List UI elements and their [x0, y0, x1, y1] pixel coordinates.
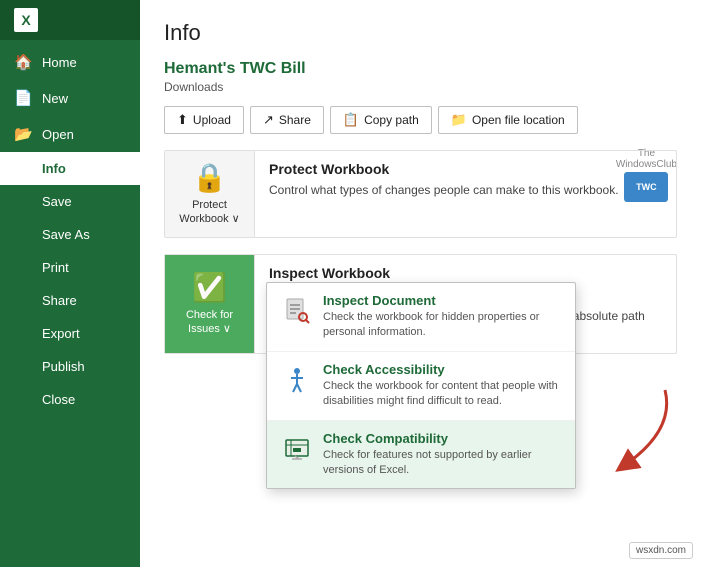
sidebar-item-home-label: Home [42, 55, 77, 70]
new-icon: 📄 [14, 89, 32, 107]
sidebar-item-publish[interactable]: Publish [0, 350, 140, 383]
sidebar-item-print[interactable]: Print [0, 251, 140, 284]
sidebar-item-export[interactable]: Export [0, 317, 140, 350]
upload-icon: ⬆ [177, 112, 188, 128]
action-buttons: ⬆ Upload ↗ Share 📋 Copy path 📁 Open file… [164, 106, 677, 134]
open-icon: 📂 [14, 125, 32, 143]
accessibility-icon [281, 364, 313, 396]
inspect-document-text: Inspect Document Check the workbook for … [323, 293, 561, 341]
inspect-title: Inspect Workbook [269, 265, 662, 281]
protect-icon-label: ProtectWorkbook ∨ [179, 198, 239, 227]
accessibility-text: Check Accessibility Check the workbook f… [323, 362, 561, 410]
sidebar-item-info[interactable]: Info [0, 152, 140, 185]
copy-path-icon: 📋 [343, 112, 359, 128]
sidebar-item-close-label: Close [42, 392, 75, 407]
open-location-icon: 📁 [451, 112, 467, 128]
sidebar-header: X [0, 0, 140, 40]
home-icon: 🏠 [14, 53, 32, 71]
main-content: Info Hemant's TWC Bill Downloads ⬆ Uploa… [140, 0, 701, 567]
sidebar-item-open[interactable]: 📂 Open [0, 116, 140, 152]
sidebar-item-share[interactable]: Share [0, 284, 140, 317]
inspect-document-icon [281, 295, 313, 327]
protect-icon: 🔒 [192, 161, 227, 194]
red-arrow [585, 380, 675, 483]
sidebar-item-save-as[interactable]: Save As [0, 218, 140, 251]
share-button[interactable]: ↗ Share [250, 106, 324, 134]
protect-section: 🔒 ProtectWorkbook ∨ Protect Workbook Con… [164, 150, 677, 238]
compatibility-icon [281, 433, 313, 465]
page-title: Info [164, 20, 677, 46]
copy-path-button[interactable]: 📋 Copy path [330, 106, 432, 134]
sidebar-item-publish-label: Publish [42, 359, 85, 374]
share-btn-icon: ↗ [263, 112, 274, 128]
compatibility-text: Check Compatibility Check for features n… [323, 431, 561, 479]
inspect-icon-label: Check forIssues ∨ [186, 308, 233, 337]
upload-button[interactable]: ⬆ Upload [164, 106, 244, 134]
open-location-button[interactable]: 📁 Open file location [438, 106, 578, 134]
sidebar-item-new-label: New [42, 91, 68, 106]
inspect-icon-box[interactable]: ✅ Check forIssues ∨ [165, 255, 255, 353]
app-icon: X [14, 8, 38, 32]
sidebar-item-share-label: Share [42, 293, 77, 308]
dropdown-menu: Inspect Document Check the workbook for … [266, 282, 576, 489]
inspect-icon: ✅ [192, 271, 227, 304]
sidebar-item-info-label: Info [42, 161, 66, 176]
sidebar-item-print-label: Print [42, 260, 69, 275]
sidebar-item-open-label: Open [42, 127, 74, 142]
sidebar-item-save[interactable]: Save [0, 185, 140, 218]
protect-content: Protect Workbook Control what types of c… [255, 151, 676, 237]
dropdown-item-inspect[interactable]: Inspect Document Check the workbook for … [267, 283, 575, 352]
dropdown-item-compatibility[interactable]: Check Compatibility Check for features n… [267, 421, 575, 489]
file-path: Downloads [164, 80, 677, 94]
sidebar-item-save-label: Save [42, 194, 72, 209]
protect-title: Protect Workbook [269, 161, 662, 177]
sidebar-nav: 🏠 Home 📄 New 📂 Open Info Save Save As Pr… [0, 44, 140, 416]
wsxdn-badge: wsxdn.com [629, 542, 693, 559]
sidebar-item-export-label: Export [42, 326, 80, 341]
sidebar-item-home[interactable]: 🏠 Home [0, 44, 140, 80]
sidebar: X 🏠 Home 📄 New 📂 Open Info Save Save As [0, 0, 140, 567]
protect-icon-box[interactable]: 🔒 ProtectWorkbook ∨ [165, 151, 255, 237]
sidebar-item-close[interactable]: Close [0, 383, 140, 416]
file-name: Hemant's TWC Bill [164, 60, 677, 78]
dropdown-item-accessibility[interactable]: Check Accessibility Check the workbook f… [267, 352, 575, 421]
sidebar-item-save-as-label: Save As [42, 227, 90, 242]
sidebar-item-new[interactable]: 📄 New [0, 80, 140, 116]
protect-desc: Control what types of changes people can… [269, 181, 662, 199]
